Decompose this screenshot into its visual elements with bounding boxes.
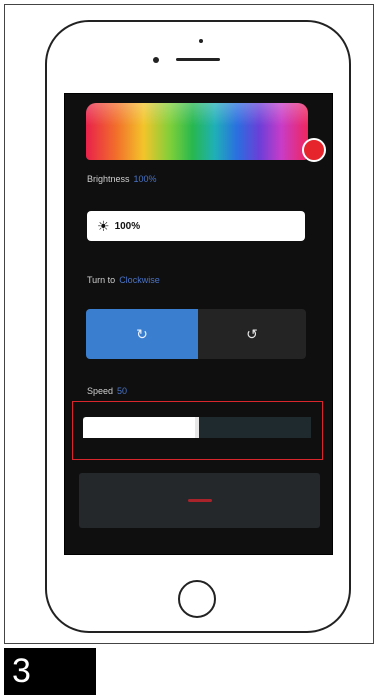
- power-button[interactable]: [79, 473, 320, 528]
- brightness-label: Brightness: [87, 174, 130, 184]
- home-button[interactable]: [178, 580, 216, 618]
- sensor-dot: [199, 39, 203, 43]
- turn-to-row: Turn to Clockwise: [87, 275, 160, 285]
- brightness-slider[interactable]: ☀ 100%: [87, 211, 305, 241]
- rotate-clockwise-icon: ↻: [136, 325, 148, 342]
- color-picker-handle[interactable]: [302, 138, 326, 162]
- speed-label: Speed: [87, 386, 114, 396]
- rotate-clockwise-button[interactable]: ↻: [86, 309, 198, 359]
- brightness-row: Brightness 100%: [87, 174, 157, 184]
- rotate-counterclockwise-button[interactable]: ↺: [198, 309, 306, 359]
- turn-to-label: Turn to: [87, 275, 116, 285]
- earpiece-speaker: [176, 58, 220, 61]
- speed-row: Speed 50: [87, 386, 127, 396]
- front-camera-dot: [153, 57, 159, 63]
- brightness-value: 100%: [133, 174, 157, 184]
- brightness-slider-value: 100%: [114, 220, 141, 232]
- speed-value: 50: [117, 386, 128, 396]
- rotate-counterclockwise-icon: ↺: [246, 325, 258, 342]
- power-indicator-icon: [187, 499, 212, 502]
- turn-to-value: Clockwise: [119, 275, 160, 285]
- sun-icon: ☀: [97, 218, 110, 234]
- step-number-badge: 3: [4, 648, 96, 695]
- color-spectrum-picker[interactable]: [86, 103, 326, 162]
- speed-highlight-box: [72, 401, 323, 460]
- app-screen: Brightness 100% ☀ 100% Turn to Clockwise ↻…: [64, 93, 333, 555]
- step-number: 3: [12, 652, 31, 690]
